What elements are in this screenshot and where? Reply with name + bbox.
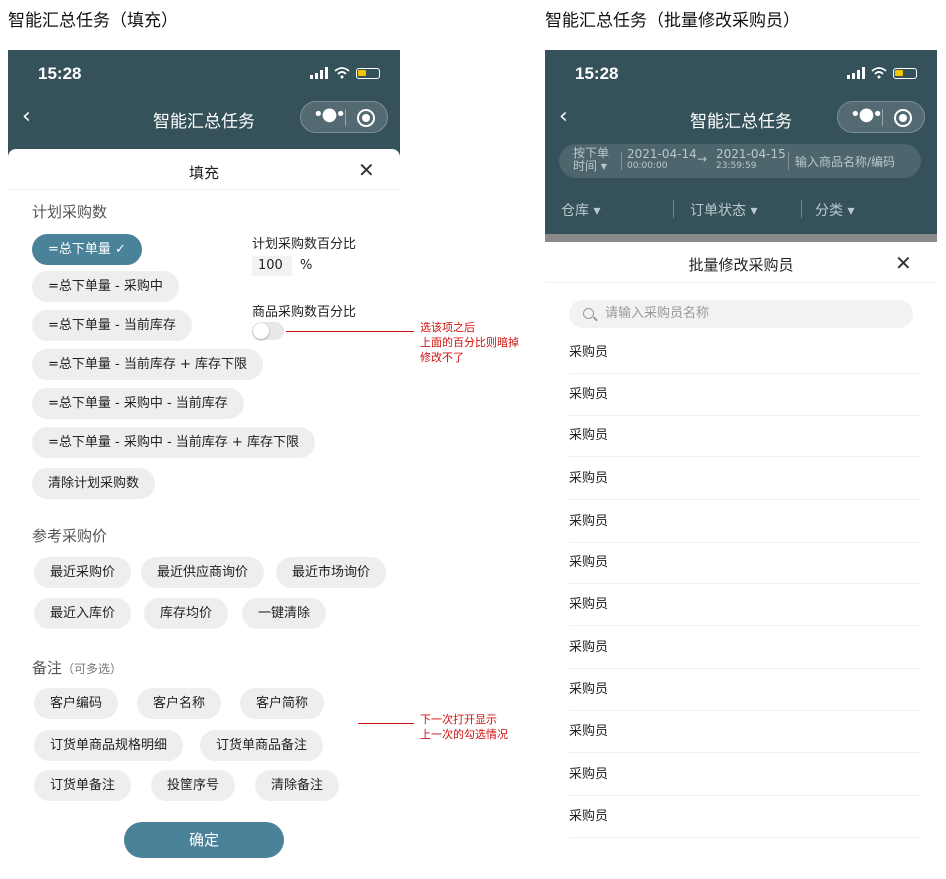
- ref-chip-supplier-inquiry[interactable]: 最近供应商询价: [141, 557, 265, 588]
- ref-chip-stock-average[interactable]: 库存均价: [144, 598, 229, 629]
- more-dots-icon[interactable]: •●•: [313, 104, 346, 125]
- section-ref-title: 参考采购价: [32, 527, 108, 545]
- status-time: 15:28: [575, 64, 619, 83]
- goods-percent-label: 商品采购数百分比: [252, 305, 357, 320]
- close-target-icon[interactable]: [357, 109, 375, 127]
- annotation-toggle-note: 选该项之后 上面的百分比则暗掉 修改不了: [420, 321, 519, 364]
- remark-chip-order-spec[interactable]: 订货单商品规格明细: [34, 730, 184, 761]
- search-icon: [583, 308, 594, 319]
- status-bar: 15:28: [545, 50, 937, 98]
- filter-row: 按下单 时间 ▾ 2021-04-14 00:00:00 → 2021-04-1…: [559, 144, 921, 178]
- buyer-item[interactable]: 采购员: [569, 415, 921, 457]
- buyer-item[interactable]: 采购员: [569, 584, 921, 626]
- confirm-button[interactable]: 确定: [124, 822, 284, 858]
- buyer-item[interactable]: 采购员: [569, 374, 921, 416]
- battery-icon: [356, 67, 380, 79]
- check-icon: ✓: [115, 242, 126, 257]
- ref-chip-clear[interactable]: 一键清除: [242, 598, 327, 629]
- arrow-right-icon: →: [697, 152, 708, 166]
- annotation-line-remark: [358, 723, 414, 724]
- buyer-item[interactable]: 采购员: [569, 796, 921, 838]
- status-bar: 15:28: [8, 50, 400, 98]
- ref-chip-recent-inbound[interactable]: 最近入库价: [34, 598, 132, 629]
- buyer-search-input[interactable]: 请输入采购员名称: [569, 300, 913, 328]
- close-icon[interactable]: ✕: [895, 251, 912, 275]
- order-status-dropdown[interactable]: 订单状态 ▾: [690, 200, 757, 220]
- section-remark-title: 备注（可多选）: [32, 659, 123, 677]
- plan-chip-minus-stock[interactable]: =总下单量 - 当前库存: [32, 310, 192, 341]
- plan-percent-label: 计划采购数百分比: [252, 237, 357, 252]
- plan-percent-input[interactable]: 100: [252, 256, 292, 276]
- remark-chip-order-remark[interactable]: 订货单备注: [34, 770, 132, 801]
- warehouse-dropdown[interactable]: 仓库 ▾: [561, 200, 600, 220]
- plan-chip-minus-purchasing[interactable]: =总下单量 - 采购中: [32, 271, 179, 302]
- sheet-title: 填充: [188, 164, 219, 182]
- ref-chip-recent-purchase[interactable]: 最近采购价: [34, 557, 132, 588]
- buyer-item[interactable]: 采购员: [569, 501, 921, 543]
- buyer-item[interactable]: 采购员: [569, 542, 921, 584]
- date-end[interactable]: 2021-04-15 23:59:59: [716, 148, 786, 172]
- nav-bar: ‹ 智能汇总任务 •●•: [545, 98, 937, 138]
- percent-unit: %: [300, 258, 313, 273]
- date-start[interactable]: 2021-04-14 00:00:00: [627, 148, 697, 172]
- category-row: 仓库 ▾ 订单状态 ▾ 分类 ▾: [545, 186, 937, 230]
- remark-chip-customer-code[interactable]: 客户编码: [34, 688, 119, 719]
- right-phone-screen: 15:28 ‹ 智能汇总任务 •●• 按下单 时间 ▾ 2021-04-14 0…: [545, 50, 937, 879]
- close-icon[interactable]: ✕: [358, 158, 375, 182]
- right-page-caption: 智能汇总任务（批量修改采购员）: [545, 11, 800, 31]
- plan-chip-clear[interactable]: 清除计划采购数: [32, 468, 156, 499]
- buyer-item[interactable]: 采购员: [569, 458, 921, 500]
- signal-icon: [847, 67, 865, 79]
- wifi-icon: [871, 67, 887, 79]
- battery-icon: [893, 67, 917, 79]
- remark-chip-customer-short[interactable]: 客户简称: [240, 688, 325, 719]
- fill-sheet: 填充 ✕ 计划采购数 =总下单量 ✓ =总下单量 - 采购中 =总下单量 - 当…: [8, 149, 400, 879]
- nav-bar: ‹ 智能汇总任务 •●•: [8, 98, 400, 138]
- status-time: 15:28: [38, 64, 82, 83]
- wifi-icon: [334, 67, 350, 79]
- left-phone-screen: 15:28 ‹ 智能汇总任务 •●• 填充 ✕ 计划采购数 =总下单量 ✓ =总…: [8, 50, 400, 879]
- ref-chip-market-inquiry[interactable]: 最近市场询价: [276, 557, 387, 588]
- buyer-item[interactable]: 采购员: [569, 669, 921, 711]
- close-target-icon[interactable]: [894, 109, 912, 127]
- signal-icon: [310, 67, 328, 79]
- category-dropdown[interactable]: 分类 ▾: [815, 200, 854, 220]
- buyer-sheet: 批量修改采购员 ✕ 请输入采购员名称 采购员 采购员 采购员 采购员 采购员 采…: [545, 242, 937, 879]
- plan-chip-total-order[interactable]: =总下单量 ✓: [32, 234, 142, 265]
- remark-chip-clear[interactable]: 清除备注: [255, 770, 340, 801]
- annotation-line-toggle: [286, 331, 414, 332]
- plan-chip-minus-stock-plus-lower[interactable]: =总下单量 - 当前库存 + 库存下限: [32, 349, 264, 380]
- mini-program-capsule[interactable]: •●•: [837, 101, 925, 133]
- section-plan-title: 计划采购数: [32, 203, 108, 221]
- sheet-title: 批量修改采购员: [688, 256, 794, 274]
- goods-percent-toggle[interactable]: [252, 322, 284, 340]
- plan-chip-minus-purchasing-stock-plus-lower[interactable]: =总下单量 - 采购中 - 当前库存 + 库存下限: [32, 427, 315, 458]
- remark-chip-order-goods-remark[interactable]: 订货单商品备注: [200, 730, 324, 761]
- mini-program-capsule[interactable]: •●•: [300, 101, 388, 133]
- filter-type-select[interactable]: 按下单 时间 ▾: [573, 147, 609, 173]
- annotation-remark-note: 下一次打开显示 上一次的勾选情况: [420, 713, 508, 741]
- more-dots-icon[interactable]: •●•: [850, 104, 883, 125]
- left-page-caption: 智能汇总任务（填充）: [8, 11, 178, 31]
- buyer-item[interactable]: 采购员: [569, 332, 921, 374]
- buyer-item[interactable]: 采购员: [569, 711, 921, 753]
- buyer-item[interactable]: 采购员: [569, 627, 921, 669]
- buyer-item[interactable]: 采购员: [569, 754, 921, 796]
- remark-chip-customer-name[interactable]: 客户名称: [137, 688, 222, 719]
- remark-chip-basket-number[interactable]: 投筐序号: [151, 770, 236, 801]
- goods-search-input[interactable]: 输入商品名称/编码: [795, 153, 895, 170]
- plan-chip-minus-purchasing-stock[interactable]: =总下单量 - 采购中 - 当前库存: [32, 388, 244, 419]
